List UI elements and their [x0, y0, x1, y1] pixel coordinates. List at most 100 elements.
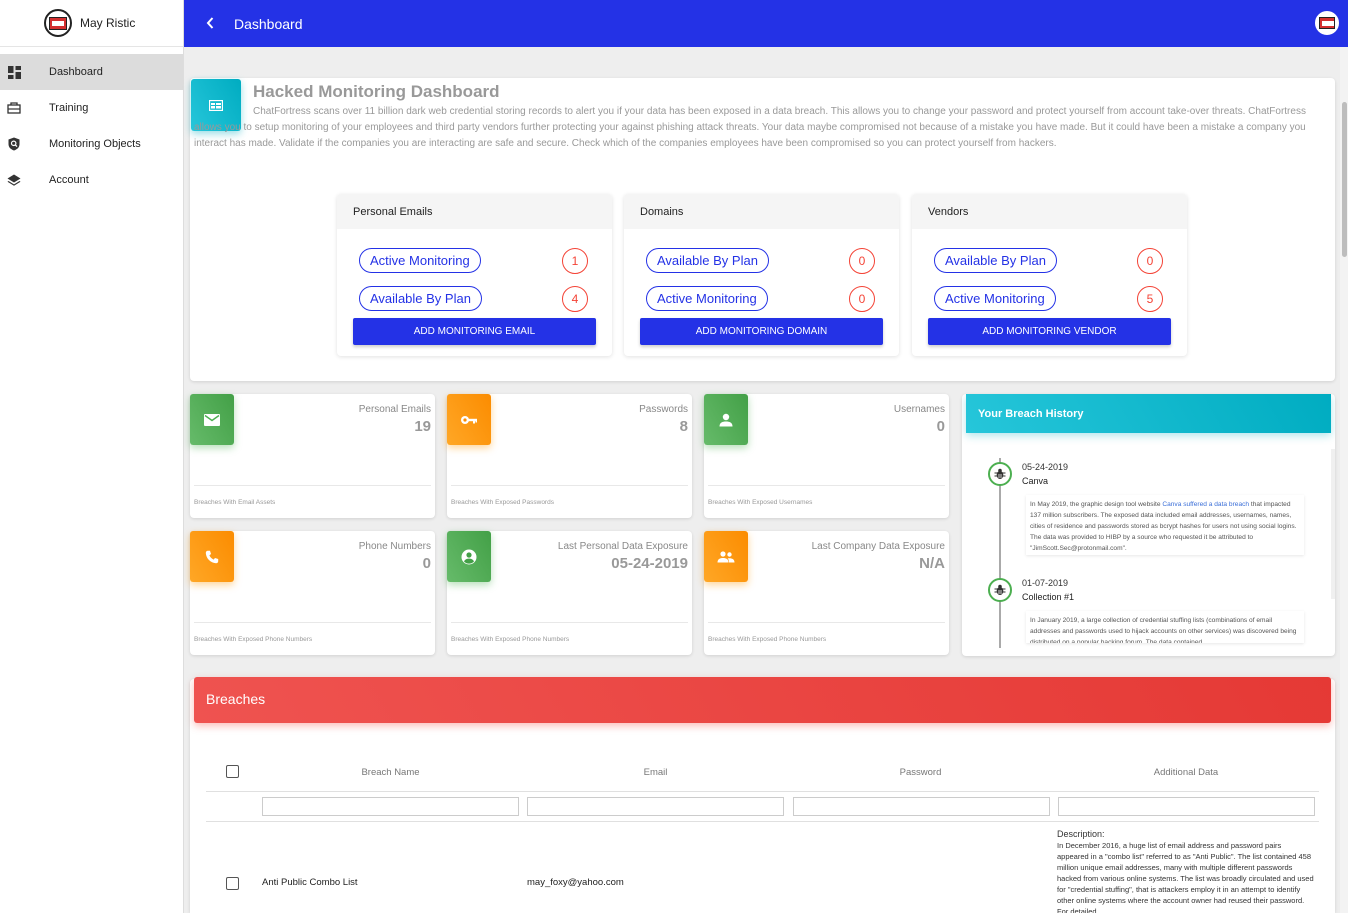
stat-card-personal-emails: Personal Emails 19 Breaches With Email A…	[190, 394, 435, 518]
divider	[206, 821, 1319, 822]
group-icon	[704, 531, 748, 582]
stat-label: Usernames	[893, 404, 945, 415]
breach-summary-text: In January 2019, a large collection of c…	[1030, 617, 1297, 643]
stat-footer: Breaches With Exposed Usernames	[708, 485, 945, 506]
active-monitoring-chip[interactable]: Active Monitoring	[359, 248, 481, 273]
breach-summary-text: In May 2019, the graphic design tool web…	[1030, 501, 1163, 508]
stat-label: Passwords	[639, 404, 688, 415]
stat-label: Personal Emails	[358, 404, 431, 415]
sidebar-item-label: Account	[49, 174, 89, 186]
stat-card-phone-numbers: Phone Numbers 0 Breaches With Exposed Ph…	[190, 531, 435, 655]
personal-emails-panel: Personal Emails Active Monitoring 1 Avai…	[337, 194, 612, 356]
breach-summary: In May 2019, the graphic design tool web…	[1026, 495, 1304, 555]
sidebar-item-training[interactable]: Training	[0, 90, 183, 126]
select-all-checkbox[interactable]	[226, 765, 239, 778]
app-logo	[44, 9, 72, 37]
page-title: Dashboard	[234, 15, 303, 32]
email-cell: may_foxy@yahoo.com	[527, 877, 624, 888]
available-by-plan-chip[interactable]: Available By Plan	[359, 286, 482, 311]
count-badge: 5	[1137, 286, 1163, 312]
phone-icon	[190, 531, 234, 582]
sidebar-nav: Dashboard Training Monitoring Objects Ac…	[0, 54, 183, 198]
top-bar: Dashboard	[184, 0, 1348, 47]
layers-icon	[7, 173, 21, 187]
breach-name: Collection #1	[1022, 592, 1075, 602]
add-monitoring-email-button[interactable]: ADD MONITORING EMAIL	[353, 318, 596, 345]
stat-card-last-company-exposure: Last Company Data Exposure N/A Breaches …	[704, 531, 949, 655]
scrollbar-thumb[interactable]	[1342, 102, 1347, 257]
stat-value: 05-24-2019	[611, 555, 688, 572]
page-scrollbar[interactable]	[1340, 47, 1348, 913]
sidebar-item-label: Training	[49, 102, 89, 114]
panel-title: Personal Emails	[337, 194, 612, 229]
stat-label: Phone Numbers	[358, 541, 431, 552]
breach-name-cell: Anti Public Combo List	[262, 877, 358, 888]
sidebar-item-label: Dashboard	[49, 66, 103, 78]
count-badge: 0	[849, 248, 875, 274]
active-monitoring-chip[interactable]: Active Monitoring	[934, 286, 1056, 311]
stat-label: Last Company Data Exposure	[811, 541, 945, 552]
count-badge: 0	[1137, 248, 1163, 274]
bug-icon	[988, 578, 1012, 602]
training-icon	[7, 101, 21, 115]
breach-history-card: Your Breach History 05-24-2019 Canva In …	[962, 394, 1335, 656]
additional-data-filter-input[interactable]	[1058, 797, 1315, 816]
domains-panel: Domains Available By Plan 0 Active Monit…	[624, 194, 899, 356]
sidebar: May Ristic Dashboard Training Monitoring…	[0, 0, 184, 913]
stat-value: 0	[936, 418, 945, 435]
count-badge: 4	[562, 286, 588, 312]
back-arrow-icon[interactable]	[206, 16, 220, 32]
sidebar-item-account[interactable]: Account	[0, 162, 183, 198]
breach-name: Canva	[1022, 476, 1049, 486]
count-badge: 1	[562, 248, 588, 274]
vendors-panel: Vendors Available By Plan 0 Active Monit…	[912, 194, 1187, 356]
column-header-breach-name[interactable]: Breach Name	[262, 767, 519, 778]
breach-link[interactable]: Canva suffered a data breach	[1162, 501, 1249, 508]
brand: May Ristic	[0, 0, 183, 47]
monitoring-dashboard-card: Hacked Monitoring Dashboard ChatFortress…	[190, 78, 1335, 381]
dashboard-title: Hacked Monitoring Dashboard	[253, 82, 500, 101]
stat-card-usernames: Usernames 0 Breaches With Exposed Userna…	[704, 394, 949, 518]
breach-name-filter-input[interactable]	[262, 797, 519, 816]
active-monitoring-chip[interactable]: Active Monitoring	[646, 286, 768, 311]
breach-history-title: Your Breach History	[966, 394, 1331, 433]
description-text: In December 2016, a huge list of email a…	[1057, 841, 1314, 913]
stat-label: Last Personal Data Exposure	[557, 541, 688, 552]
stat-card-passwords: Passwords 8 Breaches With Exposed Passwo…	[447, 394, 692, 518]
stat-value: 19	[414, 418, 431, 435]
row-checkbox[interactable]	[226, 877, 239, 890]
avatar[interactable]	[1315, 11, 1339, 35]
breach-summary-text: that impacted 137 million subscribers. T…	[1030, 501, 1297, 552]
add-monitoring-vendor-button[interactable]: ADD MONITORING VENDOR	[928, 318, 1171, 345]
column-header-additional-data[interactable]: Additional Data	[1057, 767, 1315, 778]
stat-footer: Breaches With Exposed Phone Numbers	[708, 622, 945, 643]
add-monitoring-domain-button[interactable]: ADD MONITORING DOMAIN	[640, 318, 883, 345]
breaches-title: Breaches	[194, 677, 1331, 723]
shield-search-icon	[7, 137, 21, 151]
description-label: Description:	[1057, 829, 1105, 839]
additional-data-cell: Description: In December 2016, a huge li…	[1057, 829, 1315, 913]
count-badge: 0	[849, 286, 875, 312]
timeline-line	[999, 458, 1001, 648]
available-by-plan-chip[interactable]: Available By Plan	[646, 248, 769, 273]
stat-footer: Breaches With Exposed Phone Numbers	[194, 622, 431, 643]
key-icon	[447, 394, 491, 445]
email-filter-input[interactable]	[527, 797, 784, 816]
available-by-plan-chip[interactable]: Available By Plan	[934, 248, 1057, 273]
stat-value: 0	[422, 555, 431, 572]
email-icon	[190, 394, 234, 445]
stat-footer: Breaches With Email Assets	[194, 485, 431, 506]
panel-title: Domains	[624, 194, 899, 229]
stat-value: 8	[679, 418, 688, 435]
password-filter-input[interactable]	[793, 797, 1050, 816]
column-header-email[interactable]: Email	[527, 767, 784, 778]
user-icon	[704, 394, 748, 445]
account-circle-icon	[447, 531, 491, 582]
breach-date: 01-07-2019	[1022, 578, 1069, 588]
sidebar-item-label: Monitoring Objects	[49, 138, 141, 150]
dashboard-icon	[7, 65, 21, 79]
history-scrollbar[interactable]	[1331, 449, 1335, 599]
sidebar-item-monitoring-objects[interactable]: Monitoring Objects	[0, 126, 183, 162]
sidebar-item-dashboard[interactable]: Dashboard	[0, 54, 183, 90]
column-header-password[interactable]: Password	[792, 767, 1049, 778]
